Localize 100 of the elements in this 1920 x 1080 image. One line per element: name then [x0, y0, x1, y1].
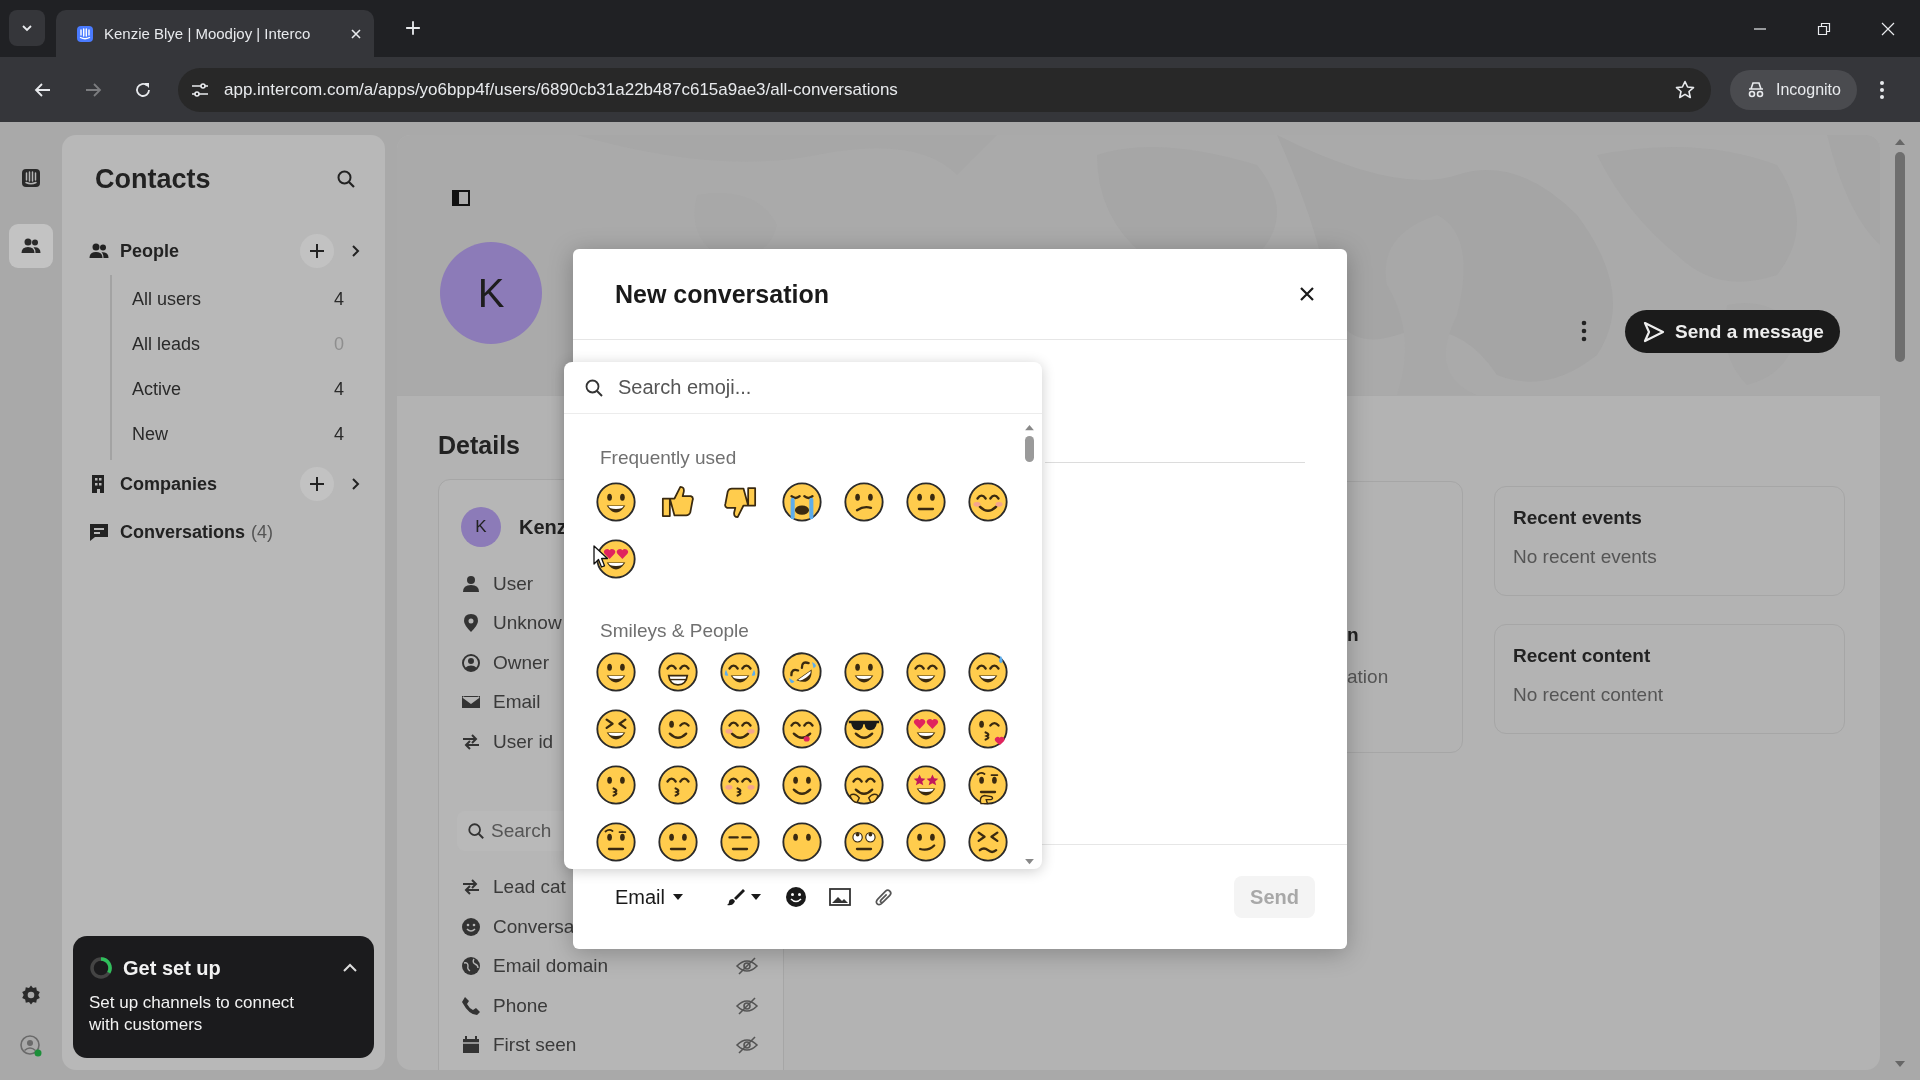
- format-dropdown[interactable]: [725, 887, 761, 907]
- smiling-face-icon[interactable]: [967, 480, 1009, 523]
- avatar: K: [461, 507, 501, 547]
- hugging-face-icon[interactable]: [843, 764, 885, 807]
- setup-card[interactable]: Get set up Set up channels to connect with customers: [73, 936, 374, 1058]
- chevron-right-icon[interactable]: [350, 244, 360, 258]
- restore-icon[interactable]: [1817, 21, 1831, 36]
- slight-smile-face-icon[interactable]: [781, 764, 823, 807]
- chevron-up-icon[interactable]: [342, 963, 358, 973]
- close-icon[interactable]: [1299, 286, 1315, 302]
- card-text: ation: [1347, 665, 1390, 689]
- sidebar-item[interactable]: All users 4: [112, 277, 374, 322]
- add-button[interactable]: [300, 467, 334, 501]
- item-count: 4: [334, 379, 344, 400]
- grinning-face-icon[interactable]: [595, 651, 637, 694]
- plus-icon[interactable]: [405, 20, 421, 36]
- thinking-face-icon[interactable]: [967, 764, 1009, 807]
- sidebar-item[interactable]: Conversations (4): [73, 508, 374, 556]
- eye-slash-icon[interactable]: [735, 1035, 759, 1056]
- scrollbar-thumb[interactable]: [1024, 436, 1034, 462]
- heart-eyes-face-icon[interactable]: [905, 707, 947, 750]
- tab-title: Kenzie Blye | Moodjoy | Interco: [104, 25, 312, 42]
- sidebar-toggle-icon[interactable]: [451, 188, 471, 208]
- no-mouth-face-icon[interactable]: [781, 820, 823, 863]
- settings-icon[interactable]: [20, 984, 42, 1006]
- sidebar-item[interactable]: Active 4: [112, 367, 374, 412]
- attribute-label: Conversa: [493, 915, 575, 938]
- scroll-up-icon[interactable]: [1023, 424, 1035, 431]
- mouse-cursor-icon: [593, 545, 609, 569]
- browser-tab[interactable]: Kenzie Blye | Moodjoy | Interco: [56, 10, 374, 57]
- attribute-label: Lead cat: [493, 876, 566, 899]
- caret-down-icon: [673, 894, 683, 900]
- confused-face-icon[interactable]: [843, 480, 885, 523]
- eye-roll-face-icon[interactable]: [843, 820, 885, 863]
- rolling-laughing-face-icon[interactable]: [781, 651, 823, 694]
- group-heading: Smileys & People: [600, 619, 750, 643]
- nav-item[interactable]: [9, 224, 53, 268]
- star-eyes-face-icon[interactable]: [905, 764, 947, 807]
- sidebar-item[interactable]: People: [73, 227, 374, 275]
- more-options-icon[interactable]: [1878, 79, 1885, 100]
- section-heading: Details: [438, 430, 520, 460]
- scrollbar-thumb[interactable]: [1895, 152, 1905, 362]
- sidebar-item[interactable]: New 4: [112, 412, 374, 457]
- grinning-face-icon[interactable]: [595, 480, 637, 523]
- sweat-smile-face-icon[interactable]: [967, 651, 1009, 694]
- inbox-logo-icon: [20, 167, 42, 189]
- calendar-icon: [461, 1035, 481, 1056]
- send-message-button[interactable]: Send a message: [1625, 310, 1840, 353]
- tongue-face-icon[interactable]: [781, 707, 823, 750]
- neutral-face-icon[interactable]: [657, 820, 699, 863]
- plus-icon: [309, 476, 325, 492]
- crying-face-icon[interactable]: [781, 480, 823, 523]
- attribute-label: Phone: [493, 994, 548, 1017]
- add-button[interactable]: [300, 234, 334, 268]
- back-arrow-icon[interactable]: [34, 80, 52, 99]
- sunglasses-face-icon[interactable]: [843, 707, 885, 750]
- person-icon: [461, 573, 481, 594]
- kissing-heart-face-icon[interactable]: [967, 707, 1009, 750]
- paperclip-icon[interactable]: [873, 886, 894, 908]
- expressionless-face-icon[interactable]: [719, 820, 761, 863]
- chevron-right-icon[interactable]: [350, 477, 360, 491]
- eye-slash-icon[interactable]: [735, 956, 759, 977]
- raised-eyebrow-face-icon[interactable]: [595, 820, 637, 863]
- forward-arrow-icon[interactable]: [84, 80, 102, 99]
- smiling-face-icon[interactable]: [719, 707, 761, 750]
- persevering-face-icon[interactable]: [967, 820, 1009, 863]
- reload-icon[interactable]: [134, 80, 152, 99]
- kissing-face-icon[interactable]: [657, 764, 699, 807]
- scroll-down-icon[interactable]: [1023, 858, 1035, 865]
- channel-dropdown[interactable]: Email: [615, 885, 683, 909]
- emoji-search-field[interactable]: Search emoji...: [616, 375, 1024, 400]
- attribute-label: User: [493, 572, 534, 595]
- attribute-label: User id: [493, 730, 554, 753]
- sidebar-item[interactable]: Companies: [73, 460, 374, 508]
- emoji-icon[interactable]: [785, 886, 807, 908]
- incognito-button[interactable]: Incognito: [1730, 69, 1857, 110]
- neutral-face-icon[interactable]: [905, 480, 947, 523]
- globe-icon: [461, 956, 481, 977]
- eye-slash-icon[interactable]: [735, 995, 759, 1016]
- panel-title: Contacts: [95, 163, 211, 195]
- tears-of-joy-face-icon[interactable]: [719, 651, 761, 694]
- smiling-eyes-face-icon[interactable]: [905, 651, 947, 694]
- kissing-face-icon[interactable]: [719, 764, 761, 807]
- smirking-face-icon[interactable]: [905, 820, 947, 863]
- beaming-face-icon[interactable]: [657, 651, 699, 694]
- more-options-icon[interactable]: [1581, 320, 1587, 342]
- search-icon[interactable]: [336, 169, 356, 189]
- card-title: Recent content: [1513, 645, 1652, 667]
- attribute-label: First seen: [493, 1034, 577, 1057]
- winking-face-icon[interactable]: [657, 707, 699, 750]
- grinning-face-icon[interactable]: [843, 651, 885, 694]
- laughing-face-icon[interactable]: [595, 707, 637, 750]
- star-icon[interactable]: [1675, 79, 1695, 100]
- address-bar[interactable]: app.intercom.com/a/apps/yo6bpp4f/users/6890cb31a22b487c615a9ae3/all-conversations: [178, 67, 1711, 112]
- image-icon[interactable]: [829, 888, 851, 906]
- kissing-face-icon[interactable]: [595, 764, 637, 807]
- contact-name: Kenz: [519, 515, 567, 539]
- attribute-label: Email: [493, 691, 541, 714]
- chat-icon: [88, 521, 110, 543]
- smiley-icon: [461, 916, 481, 937]
